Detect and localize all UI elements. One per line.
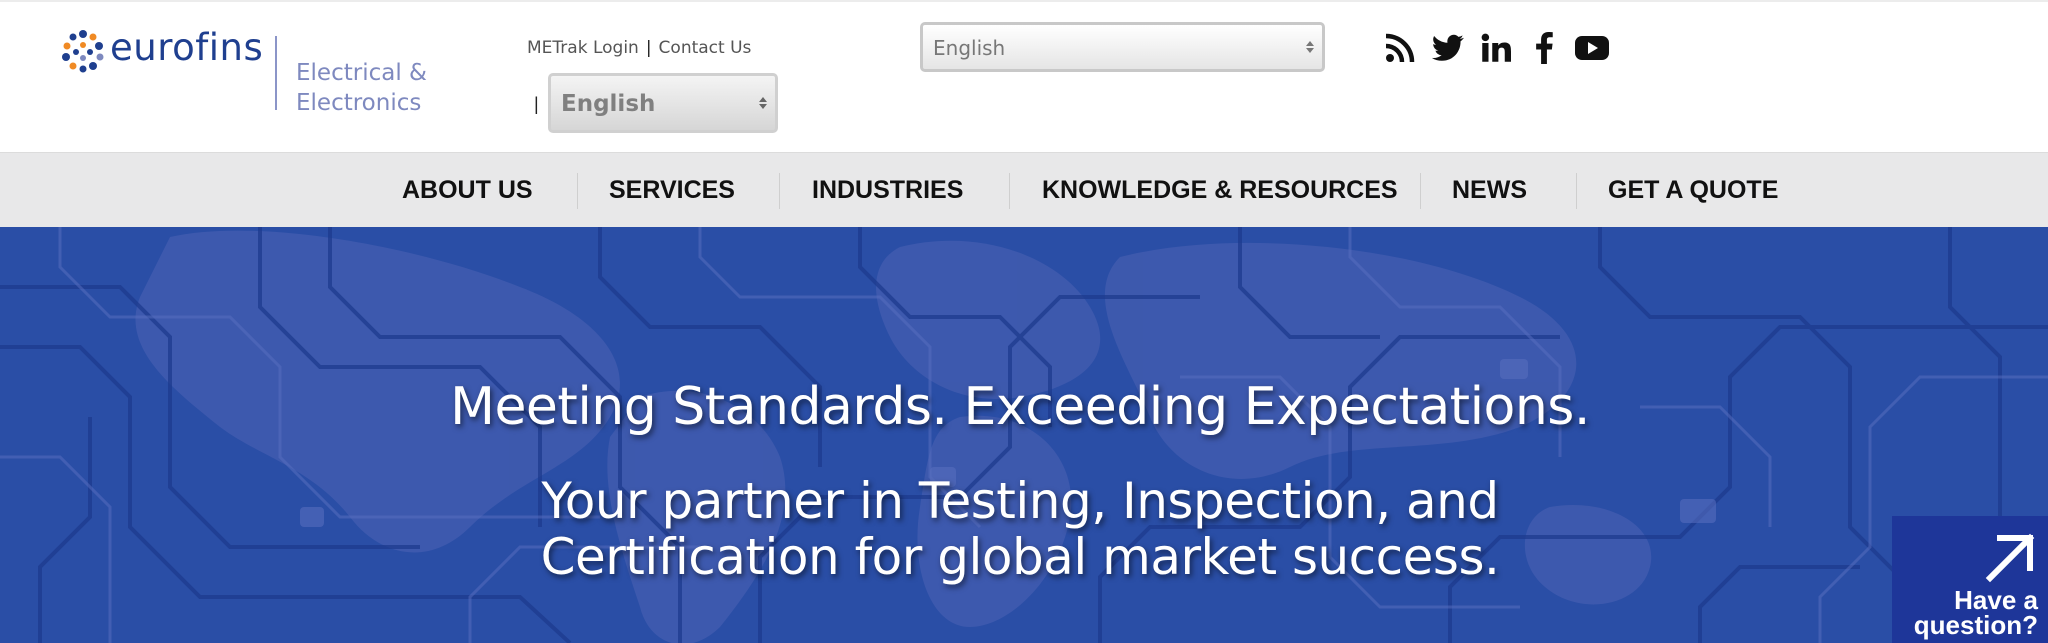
arrow-up-right-icon [1985,533,2035,583]
eurofins-logo[interactable]: eurofins Electrical & Electronics [60,26,460,118]
nav-services[interactable]: SERVICES [609,153,735,228]
nav-divider [1420,173,1421,209]
top-links-separator: | [645,38,652,58]
division-line-1: Electrical & [296,60,427,86]
language-separator: | [534,94,539,114]
language-select-top-value: English [933,36,1006,60]
hero-title: Meeting Standards. Exceeding Expectation… [450,377,1590,437]
language-select-secondary-value: English [561,91,656,117]
top-links: METrak Login | Contact Us [527,38,751,58]
logo-divider [275,36,277,110]
logo-wordmark: eurofins [110,26,264,69]
contact-us-link[interactable]: Contact Us [659,38,752,58]
select-arrows-icon [1306,41,1314,53]
hero-subtitle-line-1: Your partner in Testing, Inspection, and [541,472,1499,530]
nav-knowledge-resources[interactable]: KNOWLEDGE & RESOURCES [1042,153,1398,228]
site-header: eurofins Electrical & Electronics METrak… [0,0,2048,152]
hero-subtitle: Your partner in Testing, Inspection, and… [0,473,2040,585]
twitter-icon[interactable] [1431,31,1465,65]
have-a-question-button[interactable]: Have a question? [1892,516,2048,643]
have-a-question-label: Have a question? [1913,585,2038,640]
language-select-top[interactable]: English [920,22,1325,72]
eurofins-dots-icon [62,30,104,73]
nav-divider [577,173,578,209]
hero-subtitle-line-2: Certification for global market success. [540,528,1500,586]
language-select-secondary[interactable]: English [548,73,778,133]
nav-about-us[interactable]: ABOUT US [402,153,533,228]
nav-news[interactable]: NEWS [1452,153,1527,228]
youtube-icon[interactable] [1575,31,1609,65]
rss-icon[interactable] [1383,31,1417,65]
social-links [1383,30,1609,66]
metrak-login-link[interactable]: METrak Login [527,38,639,58]
linkedin-icon[interactable] [1479,31,1513,65]
nav-get-a-quote[interactable]: GET A QUOTE [1608,153,1778,228]
facebook-icon[interactable] [1527,31,1561,65]
nav-divider [1576,173,1577,209]
main-navigation: ABOUT US SERVICES INDUSTRIES KNOWLEDGE &… [0,152,2048,227]
nav-divider [779,173,780,209]
nav-divider [1009,173,1010,209]
division-line-2: Electronics [296,90,422,116]
select-arrows-icon [759,97,767,109]
division-name: Electrical & Electronics [296,58,427,118]
nav-industries[interactable]: INDUSTRIES [812,153,963,228]
hero-banner: Meeting Standards. Exceeding Expectation… [0,227,2048,643]
